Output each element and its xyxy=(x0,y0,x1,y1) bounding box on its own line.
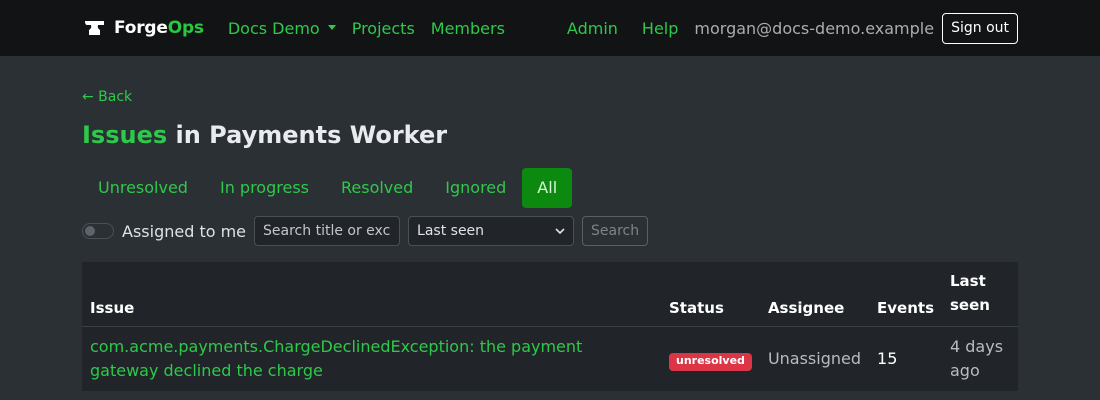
org-dropdown[interactable]: Docs Demo xyxy=(228,19,336,38)
chevron-down-icon xyxy=(555,228,565,235)
sort-select[interactable]: Last seen xyxy=(408,216,575,246)
status-badge: unresolved xyxy=(669,352,752,371)
page-title-highlight: Issues xyxy=(82,121,168,149)
back-link[interactable]: ← Back xyxy=(82,87,1018,107)
page-title-rest: in Payments Worker xyxy=(167,121,448,149)
status-tabs: Unresolved In progress Resolved Ignored … xyxy=(82,168,1018,208)
main-content: ← Back Issues in Payments Worker Unresol… xyxy=(0,87,1100,391)
search-input[interactable] xyxy=(254,216,401,246)
issues-table: Issue Status Assignee Events Last seen c… xyxy=(82,262,1018,391)
user-email: morgan@docs-demo.example xyxy=(694,18,935,38)
filter-bar: Assigned to me Last seen Search xyxy=(82,216,1018,246)
tab-resolved[interactable]: Resolved xyxy=(325,168,429,208)
assigned-to-me-label: Assigned to me xyxy=(122,221,247,241)
issue-cell: com.acme.payments.ChargeDeclinedExceptio… xyxy=(82,326,661,391)
header-events[interactable]: Events xyxy=(869,262,942,327)
anvil-icon xyxy=(85,21,104,35)
issue-title-link[interactable]: com.acme.payments.ChargeDeclinedExceptio… xyxy=(90,337,582,380)
sign-out-button[interactable]: Sign out xyxy=(942,12,1018,44)
table-row[interactable]: com.acme.payments.ChargeDeclinedExceptio… xyxy=(82,326,1018,391)
nav-admin[interactable]: Admin xyxy=(567,19,618,38)
header-assignee[interactable]: Assignee xyxy=(759,262,870,327)
nav-members[interactable]: Members xyxy=(431,19,505,38)
assignee-cell[interactable]: Unassigned xyxy=(760,326,869,391)
tab-in-progress[interactable]: In progress xyxy=(204,168,325,208)
nav-projects[interactable]: Projects xyxy=(352,19,415,38)
header-last-seen[interactable]: Last seen xyxy=(942,262,1018,327)
search-button[interactable]: Search xyxy=(582,216,649,246)
sort-select-value: Last seen xyxy=(417,223,485,239)
header-issue[interactable]: Issue xyxy=(82,262,661,327)
status-cell: unresolved xyxy=(661,326,760,391)
nav-help[interactable]: Help xyxy=(642,19,678,38)
tab-ignored[interactable]: Ignored xyxy=(429,168,522,208)
assigned-to-me-toggle[interactable] xyxy=(82,223,114,239)
tab-unresolved[interactable]: Unresolved xyxy=(82,168,204,208)
top-navbar: ForgeOps Docs Demo Projects Members Admi… xyxy=(0,0,1100,56)
table-header-row: Issue Status Assignee Events Last seen xyxy=(82,262,1018,327)
header-status[interactable]: Status xyxy=(661,262,760,327)
toggle-knob xyxy=(85,226,95,236)
page-title: Issues in Payments Worker xyxy=(82,121,1018,151)
events-cell: 15 xyxy=(877,348,898,368)
last-seen-cell: 4 days ago xyxy=(950,336,1004,380)
brand-name: ForgeOps xyxy=(114,18,204,38)
tab-all[interactable]: All xyxy=(522,168,573,208)
caret-down-icon xyxy=(327,24,336,30)
brand-logo[interactable]: ForgeOps xyxy=(84,18,204,38)
